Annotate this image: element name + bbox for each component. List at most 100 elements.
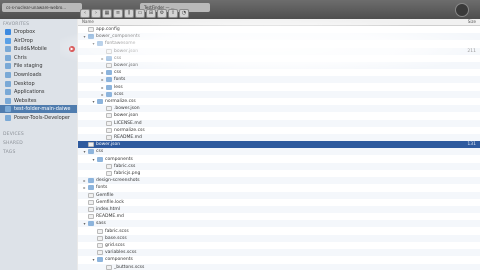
file-row[interactable]: README.md — [78, 134, 480, 141]
column-name-header[interactable]: Name — [82, 19, 94, 25]
file-name: grid.scss — [105, 243, 125, 248]
file-name: fabric.scss — [105, 228, 129, 234]
disclosure-triangle-icon[interactable]: ▾ — [82, 33, 87, 40]
file-row[interactable]: normalize.css — [78, 127, 480, 134]
file-row[interactable]: ▸ fonts — [78, 76, 480, 84]
sidebar-item-file-staging[interactable]: File staging — [0, 62, 77, 70]
icon-view-icon[interactable]: ▦ — [102, 9, 112, 18]
tab-finder-1[interactable]: cs-s-nuclear-unaware-webro... — [2, 3, 82, 12]
sidebar-item-websites[interactable]: Websites — [0, 97, 77, 105]
disclosure-triangle-icon[interactable]: ▾ — [82, 220, 87, 227]
file-name: base.scss — [105, 235, 127, 241]
file-name: fabricjs.png — [114, 171, 141, 176]
folder-icon — [5, 97, 11, 104]
sidebar-item-airdrop[interactable]: AirDrop — [0, 37, 77, 45]
share-icon[interactable]: ⇪ — [168, 9, 178, 18]
file-row[interactable]: README.md — [78, 213, 480, 220]
file-name: fontawesome — [105, 41, 136, 47]
file-row[interactable]: bower.json 131 — [78, 141, 480, 149]
sidebar-item-label: Downloads — [14, 72, 42, 78]
folder-icon — [88, 178, 94, 184]
file-row[interactable]: ▾ components — [78, 256, 480, 263]
file-icon — [88, 192, 94, 198]
file-row[interactable]: index.html — [78, 206, 480, 213]
file-row[interactable]: bower.json — [78, 62, 480, 69]
file-row[interactable]: base.scss — [78, 234, 480, 242]
sidebar-item-label: File staging — [14, 63, 43, 70]
file-name: normalize.css — [105, 99, 136, 104]
back-icon[interactable]: ‹ — [80, 9, 90, 18]
column-view-icon[interactable]: ⫼ — [124, 9, 134, 18]
disclosure-triangle-icon[interactable]: ▸ — [82, 177, 87, 184]
dropbox-icon — [5, 29, 11, 35]
sidebar-item-dropbox[interactable]: Dropbox — [0, 28, 77, 36]
column-size-header[interactable]: Size — [468, 19, 476, 25]
action-gear-icon[interactable]: ⚙ — [157, 9, 167, 18]
sidebar-item-desktop[interactable]: Desktop — [0, 80, 77, 88]
file-row[interactable]: grid.scss — [78, 242, 480, 249]
file-row[interactable]: LICENSE.md — [78, 119, 480, 127]
folder-icon — [88, 221, 94, 227]
file-row[interactable]: _buttons.scss — [78, 263, 480, 270]
file-row[interactable]: ▾ css — [78, 148, 480, 156]
file-row[interactable]: fabricjs.png — [78, 170, 480, 177]
sidebar-item-chris[interactable]: Chris — [0, 54, 77, 62]
file-row[interactable]: fabric.scss — [78, 228, 480, 235]
folder-icon — [97, 99, 103, 104]
file-row[interactable]: app.config — [78, 26, 480, 33]
disclosure-triangle-icon[interactable]: ▾ — [82, 148, 87, 155]
window-control-icon[interactable] — [455, 3, 469, 17]
arrange-icon[interactable]: ⊞ — [146, 9, 156, 18]
disclosure-triangle-icon[interactable]: ▾ — [91, 256, 96, 263]
file-row[interactable]: ▸ design-screenshots — [78, 177, 480, 185]
file-row[interactable]: ▸ css — [78, 69, 480, 76]
disclosure-triangle-icon[interactable]: ▸ — [82, 184, 87, 191]
disclosure-triangle-icon[interactable]: ▾ — [91, 98, 96, 105]
file-icon — [97, 250, 103, 256]
file-row[interactable]: Gemfile.lock — [78, 199, 480, 206]
file-row[interactable]: ▸ css — [78, 55, 480, 62]
sidebar-item-applications[interactable]: Applications — [0, 88, 77, 96]
file-row[interactable]: variables.scss — [78, 249, 480, 257]
file-row[interactable]: ▾ normalize.css — [78, 98, 480, 105]
sidebar: FAVORITES Dropbox AirDrop Build&Mobile Chri… — [0, 19, 77, 270]
column-header[interactable]: Name Size — [78, 19, 480, 26]
file-row[interactable]: ▾ fontawesome — [78, 40, 480, 47]
sidebar-item-label: Power-Tools-Developer — [14, 115, 70, 121]
coverflow-icon[interactable]: ▭ — [135, 9, 145, 18]
sidebar-heading-tags: TAGS — [3, 150, 16, 155]
file-row[interactable]: bower.json 211 — [78, 47, 480, 55]
list-view-icon[interactable]: ≡ — [113, 9, 123, 18]
disclosure-triangle-icon[interactable]: ▾ — [91, 156, 96, 163]
disclosure-triangle-icon[interactable]: ▸ — [100, 69, 105, 76]
forward-icon[interactable]: › — [91, 9, 101, 18]
file-icon — [106, 113, 112, 119]
disclosure-triangle-icon[interactable]: ▸ — [100, 55, 105, 62]
file-row[interactable]: ▸ less — [78, 84, 480, 91]
file-row[interactable]: ▸ scss — [78, 90, 480, 98]
disclosure-triangle-icon[interactable]: ▸ — [100, 91, 105, 98]
sidebar-heading-shared: SHARED — [3, 141, 23, 146]
file-row[interactable]: ▾ components — [78, 156, 480, 163]
file-row[interactable]: Gemfile — [78, 191, 480, 199]
folder-icon — [106, 84, 112, 90]
file-icon — [106, 48, 112, 54]
disclosure-triangle-icon[interactable]: ▸ — [100, 84, 105, 91]
tags-icon[interactable]: ◔ — [179, 9, 189, 18]
file-row[interactable]: ▸ fonts — [78, 184, 480, 191]
sidebar-item-build-mobile[interactable]: Build&Mobile — [0, 45, 77, 53]
file-row[interactable]: ▾ sass — [78, 220, 480, 228]
disclosure-triangle-icon[interactable]: ▾ — [91, 40, 96, 47]
file-row[interactable]: .bower.json — [78, 105, 480, 113]
folder-icon — [106, 70, 112, 76]
sidebar-item-downloads[interactable]: Downloads — [0, 71, 77, 79]
disclosure-triangle-icon[interactable]: ▸ — [100, 76, 105, 83]
file-icon — [88, 142, 94, 148]
file-row[interactable]: ▾ bower_components — [78, 33, 480, 41]
file-name: bower.json — [114, 113, 139, 119]
sidebar-item-test-folder-main-daiwe[interactable]: test-folder-main-daiwe — [0, 105, 77, 114]
file-name: fonts — [96, 185, 108, 191]
file-row[interactable]: fabric.css — [78, 162, 480, 170]
sidebar-item-power-tools-developer[interactable]: Power-Tools-Developer — [0, 114, 77, 122]
file-row[interactable]: bower.json — [78, 112, 480, 119]
